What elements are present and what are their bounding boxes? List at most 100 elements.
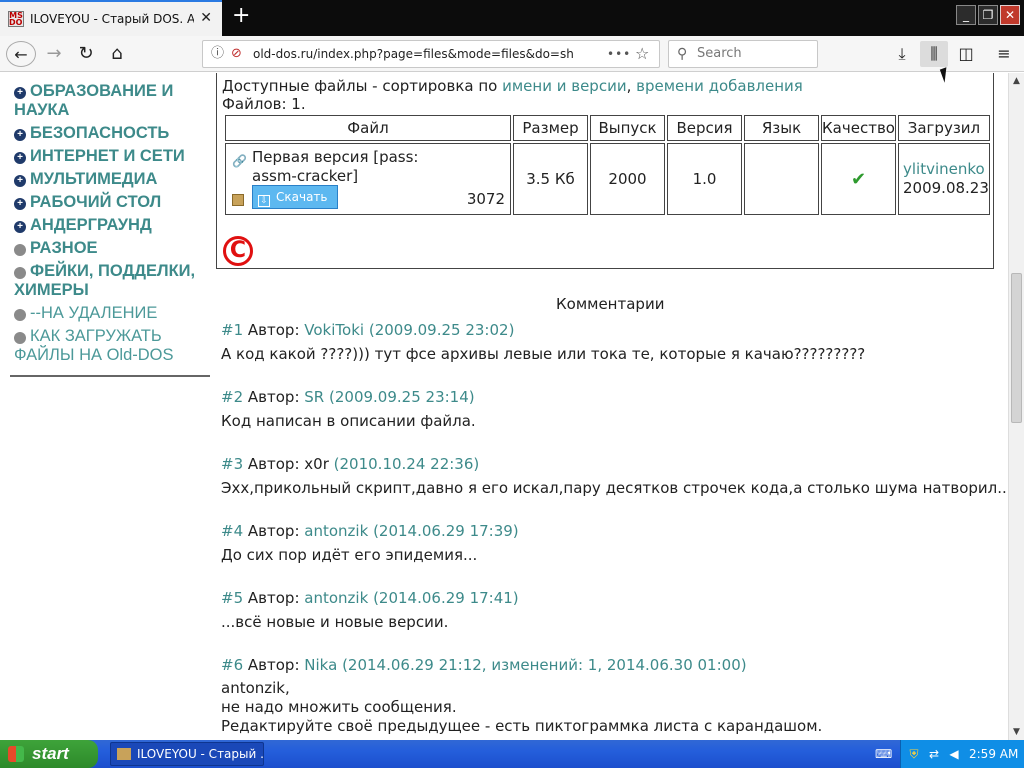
comment-anchor[interactable]: #1	[221, 321, 243, 339]
url-bar[interactable]: ⓘ ⊘ old-dos.ru/index.php?page=files&mode…	[202, 40, 660, 68]
sort-by-name-link[interactable]: имени и версии	[502, 77, 626, 95]
shield-icon[interactable]: ⛨	[907, 747, 921, 761]
close-window-icon[interactable]: ✕	[1000, 5, 1020, 25]
comment-anchor[interactable]: #3	[221, 455, 243, 473]
plus-icon: +	[14, 152, 26, 164]
reload-icon[interactable]: ↻	[74, 41, 98, 67]
menu-icon[interactable]: ≡	[990, 41, 1018, 67]
app-icon	[117, 748, 131, 760]
quality-cell: ✔	[821, 143, 896, 215]
sidebar-item-fakes[interactable]: . ФЕЙКИ, ПОДДЕЛКИ, ХИМЕРЫ	[14, 262, 195, 300]
search-icon: ⚲	[677, 46, 688, 62]
start-button[interactable]: start	[0, 740, 98, 768]
comment-1: #1 Автор: VokiToki (2009.09.25 23:02) А …	[221, 321, 866, 363]
sidebar-item-deletion[interactable]: . --НА УДАЛЕНИЕ	[14, 304, 157, 323]
tab-bar: MSDOS ILOVEYOU - Старый DOS. Abandonware…	[0, 0, 1024, 36]
library-icon[interactable]: ⫼	[920, 41, 948, 67]
files-count: Файлов: 1.	[222, 95, 306, 113]
sidebar-item-how-to-upload[interactable]: . КАК ЗАГРУЖАТЬ ФАЙЛЫ НА Old-DOS	[14, 327, 174, 365]
comment-anchor[interactable]: #6	[221, 656, 243, 674]
files-table: Файл Размер Выпуск Версия Язык Качество …	[223, 113, 992, 217]
col-year: Выпуск	[590, 115, 665, 141]
sidebar-item-misc[interactable]: . РАЗНОЕ	[14, 239, 98, 258]
main-content: Доступные файлы - сортировка по имени и …	[216, 73, 1006, 740]
col-size: Размер	[513, 115, 588, 141]
sidebar-item-internet[interactable]: + ИНТЕРНЕТ И СЕТИ	[14, 147, 185, 166]
restore-icon[interactable]: ❐	[978, 5, 998, 25]
comment-author-link[interactable]: SR	[304, 388, 324, 406]
tab-title: ILOVEYOU - Старый DOS. Abandonware	[30, 12, 194, 26]
plus-icon: +	[14, 198, 26, 210]
language-cell	[744, 143, 819, 215]
download-button[interactable]: ⇩ Скачать	[252, 185, 338, 209]
search-placeholder: Search	[697, 46, 742, 61]
keyboard-icon[interactable]: ⌨	[875, 747, 892, 761]
comment-author-link[interactable]: antonzik	[304, 522, 368, 540]
col-language: Язык	[744, 115, 819, 141]
sidebar-item-education[interactable]: + ОБРАЗОВАНИЕ И НАУКА	[14, 82, 173, 120]
download-count: 3072	[466, 190, 505, 208]
col-version: Версия	[667, 115, 742, 141]
comment-text: Эхх,прикольный скрипт,давно я его искал,…	[221, 479, 1006, 497]
tab-close-icon[interactable]: ✕	[200, 10, 212, 26]
comment-5: #5 Автор: antonzik (2014.06.29 17:41) ..…	[221, 589, 519, 631]
uploader-cell: ylitvinenko 2009.08.23	[898, 143, 990, 215]
insecure-icon: ⊘	[231, 46, 242, 61]
forward-icon[interactable]: →	[42, 41, 66, 67]
size-cell: 3.5 Кб	[513, 143, 588, 215]
dot-icon: .	[14, 244, 26, 256]
download-icon: ⇩	[258, 195, 270, 207]
scroll-up-icon[interactable]: ▲	[1009, 73, 1024, 89]
uploader-link[interactable]: ylitvinenko	[903, 160, 985, 178]
sidebar-item-security[interactable]: + БЕЗОПАСНОСТЬ	[14, 124, 169, 143]
sort-by-date-link[interactable]: времени добавления	[636, 77, 803, 95]
col-uploader: Загрузил	[898, 115, 990, 141]
package-icon	[232, 194, 244, 206]
dot-icon: .	[14, 309, 26, 321]
comment-text: А код какой ????))) тут фсе архивы левые…	[221, 345, 866, 363]
comment-anchor[interactable]: #2	[221, 388, 243, 406]
scroll-thumb[interactable]	[1011, 273, 1022, 423]
site-favicon-icon: MSDOS	[8, 11, 24, 27]
navigation-bar: ← → ↻ ⌂ ⓘ ⊘ old-dos.ru/index.php?page=fi…	[0, 36, 1024, 72]
downloads-icon[interactable]: ⤓	[888, 41, 916, 67]
network-icon[interactable]: ⇄	[927, 747, 941, 761]
comment-author-link[interactable]: VokiToki	[304, 321, 364, 339]
bookmark-star-icon[interactable]: ☆	[635, 41, 649, 67]
comment-anchor[interactable]: #4	[221, 522, 243, 540]
comment-author-link[interactable]: antonzik	[304, 589, 368, 607]
windows-logo-icon	[8, 746, 24, 762]
sidebar-divider	[10, 375, 210, 377]
files-panel: Доступные файлы - сортировка по имени и …	[216, 73, 994, 269]
year-cell: 2000	[590, 143, 665, 215]
sidebar-toggle-icon[interactable]: ◫	[952, 41, 980, 67]
volume-icon[interactable]: ◀	[947, 747, 961, 761]
home-icon[interactable]: ⌂	[104, 41, 130, 67]
search-input[interactable]: ⚲ Search	[668, 40, 818, 68]
table-row: 🔗 Первая версия [pass: assm-cracker] ⇩ Ск…	[225, 143, 990, 215]
comment-text: Код написан в описании файла.	[221, 412, 476, 430]
sort-line: Доступные файлы - сортировка по имени и …	[222, 77, 803, 95]
plus-icon: +	[14, 129, 26, 141]
scroll-down-icon[interactable]: ▼	[1009, 724, 1024, 740]
comment-6: #6 Автор: Nika (2014.06.29 21:12, измене…	[221, 656, 823, 735]
plus-icon: +	[14, 87, 26, 99]
info-icon[interactable]: ⓘ	[211, 41, 224, 67]
page-actions-icon[interactable]: •••	[607, 41, 631, 67]
url-text[interactable]: old-dos.ru/index.php?page=files&mode=fil…	[253, 41, 573, 67]
new-tab-button[interactable]: +	[232, 5, 250, 27]
vertical-scrollbar[interactable]: ▲ ▼	[1008, 73, 1024, 740]
back-icon[interactable]: ←	[6, 41, 36, 67]
comment-author-link[interactable]: Nika	[304, 656, 337, 674]
comment-text: Редактируйте своё предыдущее - есть пикт…	[221, 717, 823, 735]
minimize-icon[interactable]: _	[956, 5, 976, 25]
sidebar-item-underground[interactable]: + АНДЕРГРАУНД	[14, 216, 152, 235]
sidebar-item-desktop[interactable]: + РАБОЧИЙ СТОЛ	[14, 193, 161, 212]
comment-anchor[interactable]: #5	[221, 589, 243, 607]
taskbar-window-button[interactable]: ILOVEYOU - Старый ...	[110, 742, 264, 766]
file-cell: 🔗 Первая версия [pass: assm-cracker] ⇩ Ск…	[225, 143, 511, 215]
clock: 2:59 AM	[969, 747, 1019, 761]
plus-icon: +	[14, 221, 26, 233]
sidebar-item-multimedia[interactable]: + МУЛЬТИМЕДИА	[14, 170, 157, 189]
tab-active[interactable]: MSDOS ILOVEYOU - Старый DOS. Abandonware…	[0, 0, 222, 36]
